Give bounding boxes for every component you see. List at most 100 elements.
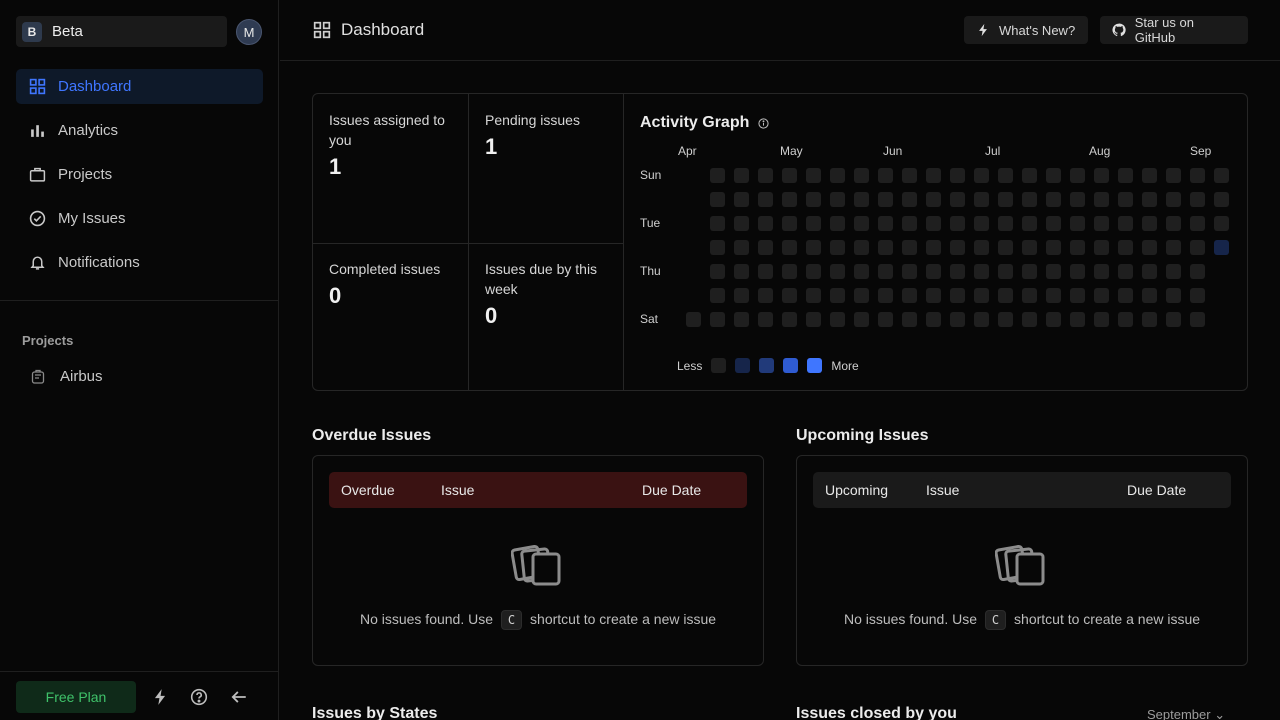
- stat-assigned[interactable]: Issues assigned to you 1: [313, 94, 469, 196]
- activity-cell[interactable]: [758, 168, 773, 183]
- activity-cell[interactable]: [878, 312, 893, 327]
- activity-cell[interactable]: [1046, 168, 1061, 183]
- activity-cell[interactable]: [710, 216, 725, 231]
- activity-cell[interactable]: [1214, 192, 1229, 207]
- activity-cell[interactable]: [974, 168, 989, 183]
- activity-cell[interactable]: [926, 264, 941, 279]
- activity-cell[interactable]: [1070, 192, 1085, 207]
- activity-cell[interactable]: [1142, 264, 1157, 279]
- activity-cell[interactable]: [734, 216, 749, 231]
- activity-cell[interactable]: [1190, 312, 1205, 327]
- activity-cell[interactable]: [1214, 168, 1229, 183]
- activity-cell[interactable]: [974, 264, 989, 279]
- activity-cell[interactable]: [782, 168, 797, 183]
- activity-cell[interactable]: [878, 192, 893, 207]
- activity-cell[interactable]: [830, 312, 845, 327]
- activity-cell[interactable]: [1022, 240, 1037, 255]
- activity-cell[interactable]: [1022, 216, 1037, 231]
- activity-cell[interactable]: [854, 240, 869, 255]
- activity-cell[interactable]: [1046, 216, 1061, 231]
- user-avatar[interactable]: M: [236, 19, 262, 45]
- activity-cell[interactable]: [1142, 312, 1157, 327]
- activity-cell[interactable]: [806, 264, 821, 279]
- activity-cell[interactable]: [1118, 216, 1133, 231]
- activity-cell[interactable]: [1142, 288, 1157, 303]
- activity-cell[interactable]: [782, 264, 797, 279]
- activity-cell[interactable]: [1190, 192, 1205, 207]
- activity-cell[interactable]: [998, 264, 1013, 279]
- activity-cell[interactable]: [1118, 264, 1133, 279]
- activity-cell[interactable]: [1166, 216, 1181, 231]
- activity-cell[interactable]: [854, 216, 869, 231]
- activity-cell[interactable]: [806, 312, 821, 327]
- activity-cell[interactable]: [758, 240, 773, 255]
- activity-cell[interactable]: [1094, 216, 1109, 231]
- activity-cell[interactable]: [734, 312, 749, 327]
- activity-cell[interactable]: [1070, 240, 1085, 255]
- activity-cell[interactable]: [1022, 312, 1037, 327]
- activity-cell[interactable]: [1094, 240, 1109, 255]
- lightning-icon[interactable]: [151, 688, 169, 706]
- activity-cell[interactable]: [902, 288, 917, 303]
- activity-cell[interactable]: [1190, 216, 1205, 231]
- activity-cell[interactable]: [878, 240, 893, 255]
- activity-cell[interactable]: [998, 168, 1013, 183]
- activity-cell[interactable]: [1046, 192, 1061, 207]
- activity-cell[interactable]: [782, 288, 797, 303]
- activity-cell[interactable]: [950, 192, 965, 207]
- activity-cell[interactable]: [854, 168, 869, 183]
- activity-cell[interactable]: [902, 216, 917, 231]
- activity-cell[interactable]: [926, 288, 941, 303]
- activity-cell[interactable]: [1118, 168, 1133, 183]
- activity-cell[interactable]: [1142, 192, 1157, 207]
- activity-cell[interactable]: [782, 312, 797, 327]
- activity-cell[interactable]: [974, 312, 989, 327]
- activity-cell[interactable]: [758, 216, 773, 231]
- activity-cell[interactable]: [1046, 312, 1061, 327]
- activity-cell[interactable]: [974, 192, 989, 207]
- activity-cell[interactable]: [806, 216, 821, 231]
- activity-cell[interactable]: [878, 168, 893, 183]
- activity-cell[interactable]: [710, 168, 725, 183]
- activity-cell[interactable]: [830, 240, 845, 255]
- github-star-button[interactable]: Star us on GitHub: [1100, 15, 1248, 45]
- activity-cell[interactable]: [1094, 264, 1109, 279]
- activity-cell[interactable]: [734, 240, 749, 255]
- activity-cell[interactable]: [1070, 168, 1085, 183]
- activity-cell[interactable]: [710, 312, 725, 327]
- activity-cell[interactable]: [1046, 264, 1061, 279]
- activity-cell[interactable]: [830, 216, 845, 231]
- activity-cell[interactable]: [878, 288, 893, 303]
- activity-cell[interactable]: [806, 192, 821, 207]
- activity-cell[interactable]: [998, 240, 1013, 255]
- activity-cell[interactable]: [926, 168, 941, 183]
- activity-cell[interactable]: [974, 240, 989, 255]
- activity-cell[interactable]: [950, 240, 965, 255]
- activity-cell[interactable]: [758, 192, 773, 207]
- activity-cell[interactable]: [1022, 192, 1037, 207]
- activity-cell[interactable]: [878, 264, 893, 279]
- activity-cell[interactable]: [1214, 216, 1229, 231]
- stat-due-this-week[interactable]: Issues due by this week 0: [469, 243, 625, 345]
- activity-cell[interactable]: [1166, 264, 1181, 279]
- arrow-left-icon[interactable]: [230, 688, 248, 706]
- activity-cell[interactable]: [806, 168, 821, 183]
- activity-cell[interactable]: [1166, 240, 1181, 255]
- activity-cell[interactable]: [902, 192, 917, 207]
- activity-cell[interactable]: [998, 288, 1013, 303]
- activity-cell[interactable]: [998, 312, 1013, 327]
- nav-item-dashboard[interactable]: Dashboard: [16, 69, 263, 104]
- activity-cell[interactable]: [926, 312, 941, 327]
- activity-cell[interactable]: [854, 192, 869, 207]
- activity-cell[interactable]: [1142, 216, 1157, 231]
- activity-cell[interactable]: [1118, 192, 1133, 207]
- activity-cell[interactable]: [1070, 312, 1085, 327]
- activity-cell[interactable]: [1094, 168, 1109, 183]
- activity-cell[interactable]: [974, 288, 989, 303]
- activity-cell[interactable]: [1022, 168, 1037, 183]
- activity-cell[interactable]: [782, 192, 797, 207]
- activity-cell[interactable]: [830, 264, 845, 279]
- nav-item-analytics[interactable]: Analytics: [16, 113, 263, 148]
- activity-cell[interactable]: [998, 192, 1013, 207]
- activity-cell[interactable]: [1166, 288, 1181, 303]
